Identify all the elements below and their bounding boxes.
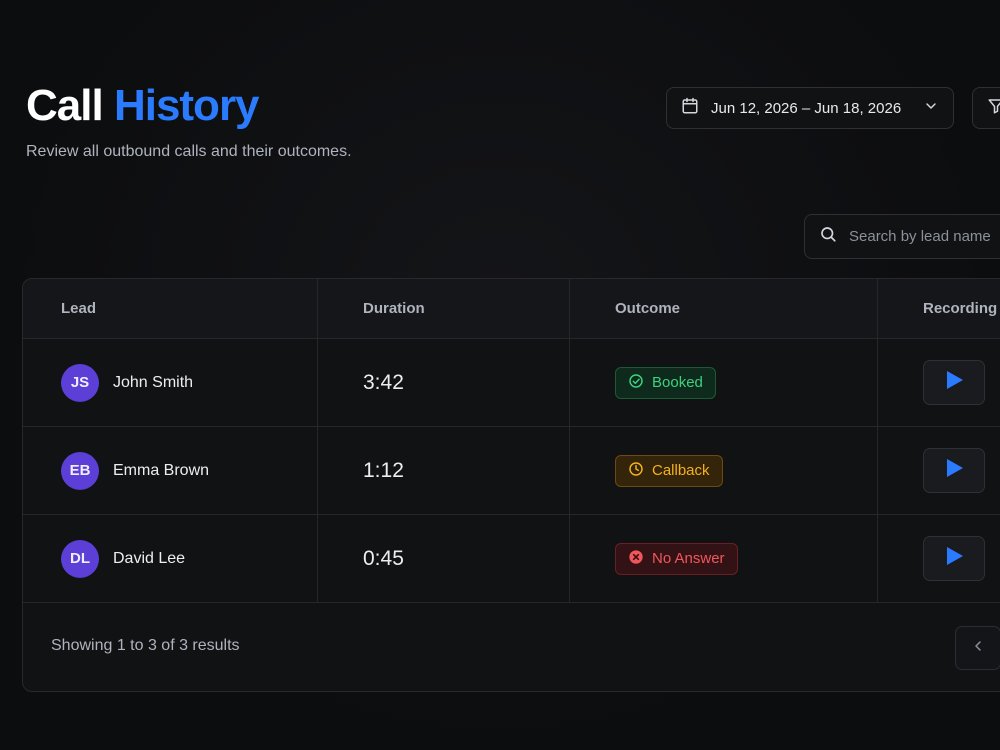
filter-icon: [987, 97, 1000, 120]
play-icon: [944, 546, 964, 571]
outcome-label: Callback: [652, 462, 710, 479]
column-header-duration[interactable]: Duration: [318, 279, 570, 338]
call-history-page: Call History Review all outbound calls a…: [0, 0, 1000, 750]
outcome-cell: Booked: [570, 339, 878, 426]
table-footer: Showing 1 to 3 of 3 results: [23, 603, 1000, 691]
column-header-outcome[interactable]: Outcome: [570, 279, 878, 338]
table-header: Lead Duration Outcome Recording: [23, 279, 1000, 339]
chevron-left-icon: [970, 638, 986, 659]
search-box[interactable]: [804, 214, 1000, 259]
duration-cell: 3:42: [318, 339, 570, 426]
lead-cell: EB Emma Brown: [23, 427, 318, 514]
page-title: Call History: [26, 80, 260, 132]
duration-cell: 1:12: [318, 427, 570, 514]
play-recording-button[interactable]: [923, 536, 985, 581]
column-header-recording[interactable]: Recording: [878, 279, 1000, 338]
play-icon: [944, 370, 964, 395]
x-circle-icon: [628, 549, 644, 569]
duration-cell: 0:45: [318, 515, 570, 602]
recording-cell: [878, 339, 1000, 426]
table-row[interactable]: DL David Lee 0:45 No Answer: [23, 515, 1000, 603]
lead-name: Emma Brown: [113, 461, 210, 479]
filter-button[interactable]: [972, 87, 1000, 129]
results-summary: Showing 1 to 3 of 3 results: [51, 637, 240, 654]
recording-cell: [878, 427, 1000, 514]
page-title-word-call: Call: [26, 81, 104, 130]
lead-name: David Lee: [113, 549, 186, 567]
column-header-label: Recording: [923, 300, 998, 317]
table-row[interactable]: EB Emma Brown 1:12 Callback: [23, 427, 1000, 515]
chevron-down-icon: [923, 98, 939, 119]
calendar-icon: [681, 97, 699, 120]
search-input[interactable]: [849, 228, 1000, 245]
play-recording-button[interactable]: [923, 360, 985, 405]
date-range-picker[interactable]: Jun 12, 2026 – Jun 18, 2026: [666, 87, 954, 129]
avatar: DL: [61, 539, 99, 578]
outcome-cell: Callback: [570, 427, 878, 514]
search-icon: [819, 225, 837, 248]
previous-page-button[interactable]: [955, 626, 1000, 670]
outcome-cell: No Answer: [570, 515, 878, 602]
call-duration: 1:12: [363, 458, 404, 482]
play-recording-button[interactable]: [923, 448, 985, 493]
avatar: EB: [61, 451, 99, 490]
column-header-label: Lead: [61, 300, 97, 317]
column-header-label: Duration: [363, 300, 425, 317]
outcome-label: No Answer: [652, 550, 725, 567]
page-title-word-history: History: [113, 81, 260, 130]
lead-cell: JS John Smith: [23, 339, 318, 426]
outcome-badge-callback: Callback: [615, 454, 723, 487]
page-subtitle: Review all outbound calls and their outc…: [26, 143, 352, 160]
outcome-label: Booked: [652, 374, 703, 391]
outcome-badge-booked: Booked: [615, 366, 716, 399]
play-icon: [944, 458, 964, 483]
clock-icon: [628, 461, 644, 481]
call-duration: 0:45: [363, 546, 404, 570]
recording-cell: [878, 515, 1000, 602]
date-range-label: Jun 12, 2026 – Jun 18, 2026: [711, 99, 902, 117]
lead-cell: DL David Lee: [23, 515, 318, 602]
check-circle-icon: [628, 373, 644, 393]
table-row[interactable]: JS John Smith 3:42 Booked: [23, 339, 1000, 427]
lead-name: John Smith: [113, 373, 194, 391]
column-header-lead[interactable]: Lead: [23, 279, 318, 338]
call-history-table: Lead Duration Outcome Recording JS John …: [22, 278, 1000, 692]
avatar: JS: [61, 363, 99, 402]
column-header-label: Outcome: [615, 300, 681, 317]
outcome-badge-no-answer: No Answer: [615, 542, 738, 575]
call-duration: 3:42: [363, 370, 404, 394]
